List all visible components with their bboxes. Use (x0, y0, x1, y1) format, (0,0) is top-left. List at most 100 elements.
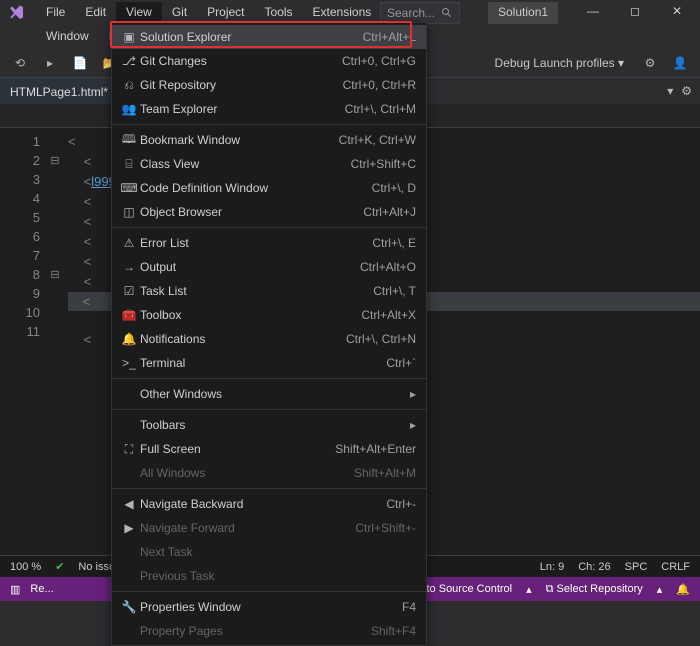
team-icon: 👥 (118, 102, 140, 116)
menu-item-team-explorer[interactable]: 👥Team ExplorerCtrl+\, Ctrl+M (112, 97, 426, 121)
menu-item-label: Code Definition Window (140, 181, 372, 195)
menu-item-properties-window[interactable]: 🔧Properties WindowF4 (112, 595, 426, 619)
debug-launch-dropdown[interactable]: Debug Launch profiles ▾ (487, 54, 632, 72)
menu-item-label: Class View (140, 157, 351, 171)
document-tab-label: HTMLPage1.html* (10, 85, 108, 99)
menu-item-task-list[interactable]: ☑Task ListCtrl+\, T (112, 279, 426, 303)
menu-item-shortcut: Ctrl+Alt+X (361, 308, 416, 322)
menu-item-label: Team Explorer (140, 102, 345, 116)
menu-item-label: Toolbox (140, 308, 361, 322)
notif-icon: 🔔 (118, 332, 140, 346)
document-tab[interactable]: HTMLPage1.html* (0, 78, 118, 104)
menu-file[interactable]: File (36, 2, 75, 22)
menu-item-label: Property Pages (140, 624, 371, 638)
solution-name[interactable]: Solution1 (488, 2, 558, 24)
menu-item-label: Object Browser (140, 205, 363, 219)
menu-edit[interactable]: Edit (75, 2, 116, 22)
menu-item-shortcut: Ctrl+Alt+L (363, 30, 416, 44)
submenu-arrow-icon: ▸ (410, 387, 416, 401)
wrench-icon: 🔧 (118, 600, 140, 614)
menu-item-toolbars[interactable]: Toolbars▸ (112, 413, 426, 437)
menu-item-shortcut: Shift+Alt+M (354, 466, 416, 480)
live-share-button[interactable]: 👤 (668, 51, 692, 75)
menu-item-label: Other Windows (140, 387, 410, 401)
vs-logo-icon (8, 4, 26, 22)
line-number-gutter: 123 456 789 1011 (0, 128, 46, 566)
menu-item-shortcut: Ctrl+Alt+J (363, 205, 416, 219)
bell-icon[interactable]: 🔔 (676, 583, 690, 596)
bookmark-icon: 🕮 (118, 130, 140, 151)
menu-item-label: Solution Explorer (140, 30, 363, 44)
menu-item-notifications[interactable]: 🔔NotificationsCtrl+\, Ctrl+N (112, 327, 426, 351)
menu-item-bookmark-window[interactable]: 🕮Bookmark WindowCtrl+K, Ctrl+W (112, 128, 426, 152)
menu-item-toolbox[interactable]: 🧰ToolboxCtrl+Alt+X (112, 303, 426, 327)
menu-item-label: Full Screen (140, 442, 335, 456)
menu-item-label: All Windows (140, 466, 354, 480)
new-file-button[interactable]: 📄 (68, 51, 92, 75)
menu-item-shortcut: Shift+Alt+Enter (335, 442, 416, 456)
menu-item-label: Next Task (140, 545, 416, 559)
menu-item-output[interactable]: →OutputCtrl+Alt+O (112, 255, 426, 279)
menu-item-label: Bookmark Window (140, 133, 339, 147)
menu-item-shortcut: Ctrl+\, D (372, 181, 416, 195)
search-placeholder: Search... (387, 6, 435, 20)
properties-button[interactable]: ⚙ (638, 51, 662, 75)
fullscreen-icon: ⛶ (118, 442, 140, 457)
menu-item-label: Output (140, 260, 360, 274)
menu-item-error-list[interactable]: ⚠Error ListCtrl+\, E (112, 231, 426, 255)
menu-item-shortcut: Ctrl+\, Ctrl+M (345, 102, 416, 116)
solution-icon: ▣ (118, 30, 140, 44)
fold-gutter: ⊟⊟ (46, 128, 64, 566)
menu-tools[interactable]: Tools (255, 2, 303, 22)
menu-item-shortcut: Ctrl+Alt+O (360, 260, 416, 274)
menu-item-shortcut: Shift+F4 (371, 624, 416, 638)
maximize-button[interactable]: ◻ (618, 0, 652, 22)
submenu-arrow-icon: ▸ (410, 418, 416, 432)
task-icon: ☑ (118, 284, 140, 298)
menu-item-label: Task List (140, 284, 373, 298)
select-repo[interactable]: ⧉ Select Repository (546, 583, 643, 596)
zoom-level[interactable]: 100 % (10, 561, 41, 573)
menu-extensions[interactable]: Extensions (303, 2, 382, 22)
check-icon: ✔ (55, 560, 64, 573)
menu-item-git-repository[interactable]: ⎌Git RepositoryCtrl+0, Ctrl+R (112, 73, 426, 97)
char-indicator[interactable]: Ch: 26 (578, 561, 610, 573)
menu-item-code-definition-window[interactable]: ⌨Code Definition WindowCtrl+\, D (112, 176, 426, 200)
menu-item-other-windows[interactable]: Other Windows▸ (112, 382, 426, 406)
menu-item-full-screen[interactable]: ⛶Full ScreenShift+Alt+Enter (112, 437, 426, 461)
minimize-button[interactable]: — (576, 0, 610, 22)
menu-item-solution-explorer[interactable]: ▣Solution ExplorerCtrl+Alt+L (112, 25, 426, 49)
menu-project[interactable]: Project (197, 2, 254, 22)
menu-item-navigate-backward[interactable]: ◀Navigate BackwardCtrl+- (112, 492, 426, 516)
search-input[interactable]: Search... (380, 2, 460, 24)
menu-git[interactable]: Git (162, 2, 197, 22)
menu-item-label: Navigate Forward (140, 521, 355, 535)
nav-back-button[interactable]: ⟲ (8, 51, 32, 75)
nav-fwd-button[interactable]: ▸ (38, 51, 62, 75)
gear-icon[interactable]: ⚙ (681, 84, 692, 98)
line-indicator[interactable]: Ln: 9 (540, 561, 564, 573)
line-ending[interactable]: CRLF (661, 561, 690, 573)
dropdown-tabs-icon[interactable]: ▾ (667, 84, 673, 98)
menu-view[interactable]: View (116, 2, 162, 22)
menu-item-shortcut: Ctrl+\, T (373, 284, 416, 298)
indent-mode[interactable]: SPC (625, 561, 648, 573)
terminal-icon: >_ (118, 356, 140, 370)
menu-item-shortcut: F4 (402, 600, 416, 614)
menu-item-shortcut: Ctrl+- (386, 497, 416, 511)
menu-window[interactable]: Window (36, 26, 99, 46)
menu-item-shortcut: Ctrl+0, Ctrl+G (342, 54, 416, 68)
menu-item-terminal[interactable]: >_TerminalCtrl+` (112, 351, 426, 375)
menu-item-label: Previous Task (140, 569, 416, 583)
menu-item-property-pages: Property PagesShift+F4 (112, 619, 426, 643)
ready-text: Re... (30, 583, 53, 595)
menu-item-label: Git Repository (140, 78, 343, 92)
menu-item-git-changes[interactable]: ⎇Git ChangesCtrl+0, Ctrl+G (112, 49, 426, 73)
search-icon (441, 7, 453, 19)
menu-item-object-browser[interactable]: ◫Object BrowserCtrl+Alt+J (112, 200, 426, 224)
menu-item-label: Error List (140, 236, 372, 250)
menu-item-class-view[interactable]: ⌸Class ViewCtrl+Shift+C (112, 152, 426, 176)
close-button[interactable]: ✕ (660, 0, 694, 22)
view-menu-dropdown: ▣Solution ExplorerCtrl+Alt+L⎇Git Changes… (111, 22, 427, 646)
class-icon: ⌸ (118, 157, 140, 172)
